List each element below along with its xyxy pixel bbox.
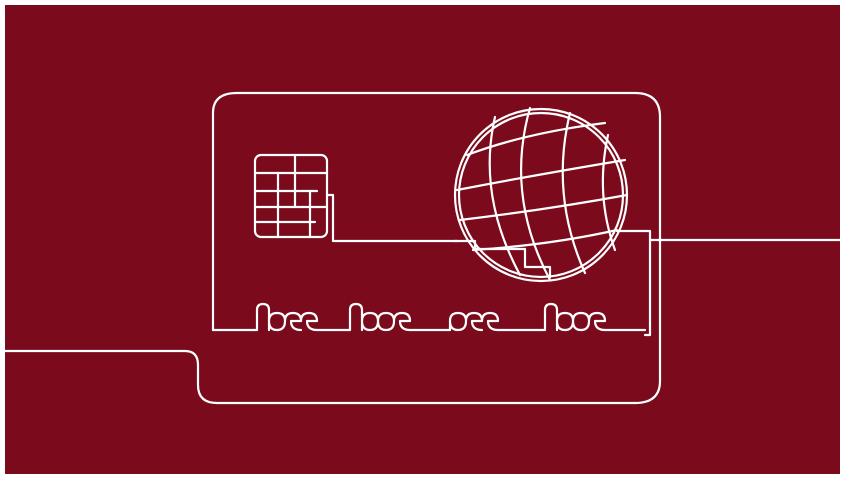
credit-card-illustration: [5, 5, 840, 474]
maroon-background: [5, 5, 840, 474]
illustration-canvas: [0, 0, 844, 479]
